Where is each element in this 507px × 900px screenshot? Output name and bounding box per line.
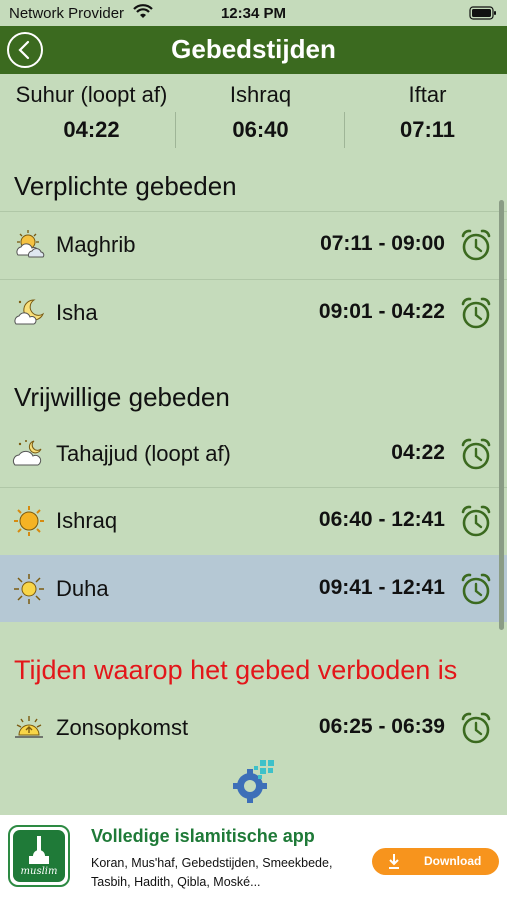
alarm-clock-icon[interactable] [460, 228, 492, 262]
sun-icon [14, 506, 44, 536]
moon-cloud-icon [14, 299, 45, 325]
prayer-name: Isha [56, 300, 98, 325]
alarm-clock-icon[interactable] [460, 437, 492, 471]
mosque-icon [29, 836, 49, 864]
prayer-time: 09:01 - 04:22 [318, 300, 445, 323]
scrollbar[interactable] [499, 200, 504, 630]
sunset-cloud-icon [16, 230, 45, 258]
bright-sun-icon [14, 574, 44, 604]
alarm-clock-icon[interactable] [460, 572, 492, 606]
night-cloud-icon [12, 440, 42, 466]
suhur-value: 04:22 [63, 117, 120, 142]
prayer-row-duha[interactable]: Duha 09:41 - 12:41 [0, 555, 507, 622]
ad-banner[interactable]: muslim Volledige islamitische app Koran,… [0, 815, 507, 900]
download-label: Download [424, 854, 482, 868]
key-times-row: Suhur (loopt af) 04:22 Ishraq 06:40 Ifta… [0, 74, 507, 154]
status-bar: Network Provider 12:34 PM [0, 0, 507, 26]
iftar-label: Iftar [408, 82, 447, 107]
prayer-row-maghrib[interactable]: Maghrib 07:11 - 09:00 [0, 211, 507, 278]
section-title-forbidden: Tijden waarop het gebed verboden is [14, 655, 458, 685]
download-button[interactable]: Download [372, 848, 499, 875]
prayer-name: Maghrib [56, 232, 136, 257]
nav-header: Gebedstijden [0, 26, 507, 74]
section-title-voluntary: Vrijwillige gebeden [14, 382, 230, 412]
ishraq-value: 06:40 [232, 117, 289, 142]
row-divider [0, 211, 507, 212]
prayer-name: Duha [56, 576, 109, 601]
section-title-mandatory: Verplichte gebeden [14, 171, 237, 201]
alarm-clock-icon[interactable] [460, 504, 492, 538]
clock: 12:34 PM [220, 5, 287, 22]
page-title: Gebedstijden [171, 34, 336, 64]
prayer-row-ishraq[interactable]: Ishraq 06:40 - 12:41 [0, 487, 507, 554]
prayer-name: Zonsopkomst [56, 715, 189, 740]
prayer-name: Ishraq [56, 508, 118, 533]
prayer-time: 04:22 [391, 441, 445, 464]
row-divider [0, 279, 507, 280]
forbidden-row-sunrise[interactable]: Zonsopkomst 06:25 - 06:39 [0, 694, 507, 761]
ishraq-label: Ishraq [229, 82, 292, 107]
download-icon [389, 854, 399, 869]
prayer-name: Tahajjud (loopt af) [56, 441, 231, 466]
prayer-time: 09:41 - 12:41 [318, 576, 445, 599]
app-logo: muslim [8, 825, 70, 887]
prayer-row-isha[interactable]: Isha 09:01 - 04:22 [0, 279, 507, 346]
row-divider [0, 487, 507, 488]
alarm-clock-icon[interactable] [460, 296, 492, 330]
logo-text: muslim [20, 866, 58, 877]
sunrise-icon [15, 716, 43, 738]
settings-gear-icon[interactable] [230, 758, 278, 806]
prayer-row-tahajjud[interactable]: Tahajjud (loopt af) 04:22 [0, 420, 507, 487]
ad-title: Volledige islamitische app [91, 826, 315, 846]
prayer-time: 06:40 - 12:41 [318, 508, 445, 531]
suhur-label: Suhur (loopt af) [15, 82, 168, 107]
iftar-value: 07:11 [399, 117, 456, 142]
battery-icon [469, 6, 496, 20]
logo-tile: muslim [13, 830, 65, 882]
prayer-time: 06:25 - 06:39 [318, 715, 445, 738]
alarm-clock-icon[interactable] [460, 711, 492, 745]
ad-description: Koran, Mus'haf, Gebedstijden, Smeekbede,… [91, 856, 333, 889]
prayer-time: 07:11 - 09:00 [320, 232, 445, 255]
